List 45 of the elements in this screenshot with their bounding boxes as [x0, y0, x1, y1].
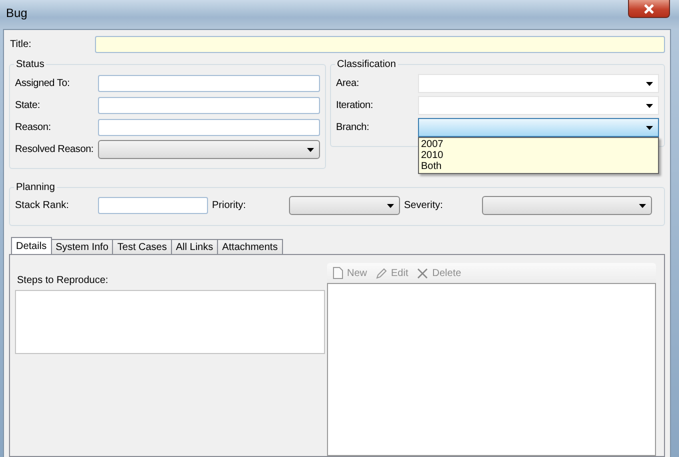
pencil-icon [376, 268, 388, 278]
field-label: Resolved Reason: [15, 144, 95, 155]
dropdown[interactable] [98, 140, 320, 159]
title-field[interactable] [95, 36, 665, 52]
steps-text-area[interactable] [15, 290, 325, 354]
dropdown-arrow-icon [646, 104, 653, 108]
tab[interactable]: Attachments [217, 239, 283, 254]
field-label: Title: [9, 38, 32, 50]
dropdown-arrow-icon [639, 204, 646, 208]
field-label: Priority: [211, 200, 247, 211]
field-label: Stack Rank: [15, 200, 70, 211]
combo-box[interactable] [418, 118, 659, 137]
field-label: Area: [336, 78, 360, 89]
tab[interactable]: All Links [170, 239, 218, 254]
close-button[interactable] [628, 0, 670, 18]
tab[interactable]: Details [11, 237, 52, 254]
field-label: Branch: [336, 122, 370, 133]
group-heading: Status [15, 59, 46, 70]
dropdown-arrow-icon [646, 126, 653, 130]
text-field[interactable] [98, 97, 320, 114]
group-heading: Classification [336, 59, 397, 70]
tab[interactable]: Test Cases [112, 239, 172, 254]
window-title: Bug [6, 6, 28, 20]
close-icon [643, 4, 655, 14]
dropdown-option[interactable]: Both [421, 161, 656, 172]
group-heading: Planning [15, 182, 56, 193]
field-label: Assigned To: [15, 78, 71, 89]
dropdown-option[interactable]: 2007 [421, 139, 656, 150]
dropdown-arrow-icon [307, 148, 314, 152]
dropdown[interactable] [482, 196, 652, 215]
dropdown[interactable] [289, 196, 400, 215]
tab[interactable]: System Info [50, 239, 114, 254]
dropdown-arrow-icon [646, 82, 653, 86]
text-field[interactable] [98, 119, 320, 136]
dropdown-option[interactable]: 2010 [421, 150, 656, 161]
document-icon [333, 267, 343, 279]
text-field[interactable] [98, 197, 208, 214]
field-label: State: [15, 100, 41, 111]
field-label: Iteration: [336, 100, 374, 111]
field-label: Steps to Reproduce: [16, 275, 110, 288]
dropdown-arrow-icon [387, 204, 394, 208]
text-field[interactable] [98, 75, 320, 92]
field-label: Severity: [403, 200, 444, 211]
x-icon [417, 268, 428, 278]
field-label: Reason: [15, 122, 52, 133]
